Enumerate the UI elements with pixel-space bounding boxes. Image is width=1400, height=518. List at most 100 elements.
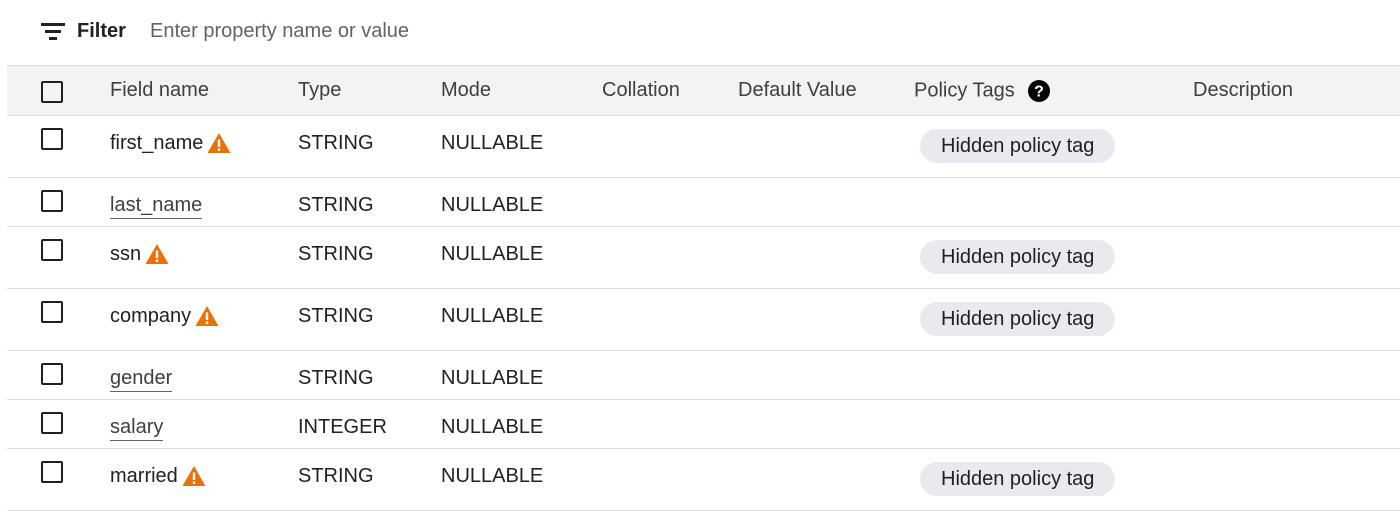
row-checkbox[interactable] <box>41 128 63 150</box>
table-row[interactable]: ssn STRING NULLABLE Hidden policy tag <box>7 226 1400 289</box>
row-checkbox[interactable] <box>41 239 63 261</box>
field-name-cell-content: salary <box>110 400 164 441</box>
help-circle-icon[interactable]: ? <box>1027 79 1051 103</box>
field-description <box>1193 351 1400 366</box>
field-name[interactable]: ssn <box>110 242 141 266</box>
table-row[interactable]: gender STRING NULLABLE <box>7 350 1400 400</box>
type-cell: STRING <box>298 448 441 511</box>
type-cell: STRING <box>298 350 441 400</box>
field-mode: NULLABLE <box>441 305 544 327</box>
header-type[interactable]: Type <box>298 65 441 116</box>
description-cell <box>1193 288 1400 351</box>
field-default-value <box>738 351 914 366</box>
policy-tags-cell: Hidden policy tag <box>914 226 1193 289</box>
field-description <box>1193 227 1400 242</box>
field-name-cell-content: ssn <box>110 227 169 266</box>
row-select-cell <box>7 288 110 351</box>
field-name[interactable]: married <box>110 464 178 488</box>
collation-cell <box>602 350 738 400</box>
select-all-checkbox[interactable] <box>41 81 63 103</box>
field-name-cell: salary <box>110 399 298 449</box>
field-description <box>1193 116 1400 131</box>
field-name-link[interactable]: gender <box>110 366 173 392</box>
field-name-cell-content: gender <box>110 351 173 392</box>
table-row[interactable]: salary INTEGER NULLABLE <box>7 399 1400 449</box>
field-mode: NULLABLE <box>441 132 544 154</box>
mode-cell: NULLABLE <box>441 288 602 351</box>
policy-tag-chip[interactable]: Hidden policy tag <box>920 302 1116 336</box>
field-type: STRING <box>298 367 374 389</box>
policy-tag-chip[interactable]: Hidden policy tag <box>920 240 1116 274</box>
field-name[interactable]: first_name <box>110 131 203 155</box>
field-description <box>1193 178 1400 193</box>
description-cell <box>1193 177 1400 227</box>
row-checkbox[interactable] <box>41 412 63 434</box>
header-field-name[interactable]: Field name <box>110 65 298 116</box>
collation-cell <box>602 226 738 289</box>
header-collation[interactable]: Collation <box>602 65 738 116</box>
row-select-cell <box>7 226 110 289</box>
policy-tags-cell: Hidden policy tag <box>914 115 1193 178</box>
field-collation <box>602 227 738 242</box>
policy-tag-chip[interactable]: Hidden policy tag <box>920 129 1116 163</box>
table-row[interactable]: company STRING NULLABLE Hidden policy tag <box>7 288 1400 351</box>
collation-cell <box>602 177 738 227</box>
filter-input[interactable] <box>146 14 854 48</box>
field-collation <box>602 449 738 464</box>
field-type: STRING <box>298 132 374 154</box>
policy-tags-cell <box>914 350 1193 400</box>
policy-tags-cell: Hidden policy tag <box>914 448 1193 511</box>
row-checkbox[interactable] <box>41 363 63 385</box>
field-name[interactable]: company <box>110 304 191 328</box>
default-value-cell <box>738 288 914 351</box>
filter-list-icon[interactable] <box>41 21 65 41</box>
schema-table: Field name Type Mode Collation Default V… <box>7 65 1400 511</box>
type-cell: INTEGER <box>298 399 441 449</box>
select-all-cell <box>7 65 110 116</box>
type-cell: STRING <box>298 115 441 178</box>
default-value-cell <box>738 350 914 400</box>
field-default-value <box>738 289 914 304</box>
row-checkbox[interactable] <box>41 301 63 323</box>
field-name-cell-content: first_name <box>110 116 231 155</box>
header-description[interactable]: Description <box>1193 65 1400 116</box>
default-value-cell <box>738 448 914 511</box>
filter-bar: Filter <box>0 0 1400 64</box>
field-default-value <box>738 116 914 131</box>
warning-triangle-icon <box>195 306 219 326</box>
type-cell: STRING <box>298 288 441 351</box>
field-name-cell-content: company <box>110 289 219 328</box>
field-name-cell: last_name <box>110 177 298 227</box>
filter-label[interactable]: Filter <box>77 18 126 44</box>
field-collation <box>602 351 738 366</box>
warning-triangle-icon <box>182 466 206 486</box>
warning-triangle-icon <box>145 244 169 264</box>
mode-cell: NULLABLE <box>441 177 602 227</box>
description-cell <box>1193 350 1400 400</box>
row-select-cell <box>7 399 110 449</box>
table-header-row: Field name Type Mode Collation Default V… <box>7 65 1400 116</box>
table-row[interactable]: first_name STRING NULLABLE Hidden policy ta… <box>7 115 1400 178</box>
row-checkbox[interactable] <box>41 190 63 212</box>
row-select-cell <box>7 177 110 227</box>
table-row[interactable]: married STRING NULLABLE Hidden policy tag <box>7 448 1400 511</box>
field-type: STRING <box>298 305 374 327</box>
field-name-link[interactable]: last_name <box>110 193 203 219</box>
policy-tag-chip[interactable]: Hidden policy tag <box>920 462 1116 496</box>
field-default-value <box>738 227 914 242</box>
field-collation <box>602 178 738 193</box>
header-policy-tags-label: Policy Tags <box>914 78 1015 101</box>
row-select-cell <box>7 115 110 178</box>
default-value-cell <box>738 177 914 227</box>
mode-cell: NULLABLE <box>441 350 602 400</box>
field-mode: NULLABLE <box>441 465 544 487</box>
header-mode[interactable]: Mode <box>441 65 602 116</box>
field-mode: NULLABLE <box>441 367 544 389</box>
table-row[interactable]: last_name STRING NULLABLE <box>7 177 1400 227</box>
field-collation <box>602 400 738 415</box>
header-default-value[interactable]: Default Value <box>738 65 914 116</box>
field-name-link[interactable]: salary <box>110 415 164 441</box>
row-checkbox[interactable] <box>41 461 63 483</box>
policy-tags-cell <box>914 177 1193 227</box>
description-cell <box>1193 115 1400 178</box>
